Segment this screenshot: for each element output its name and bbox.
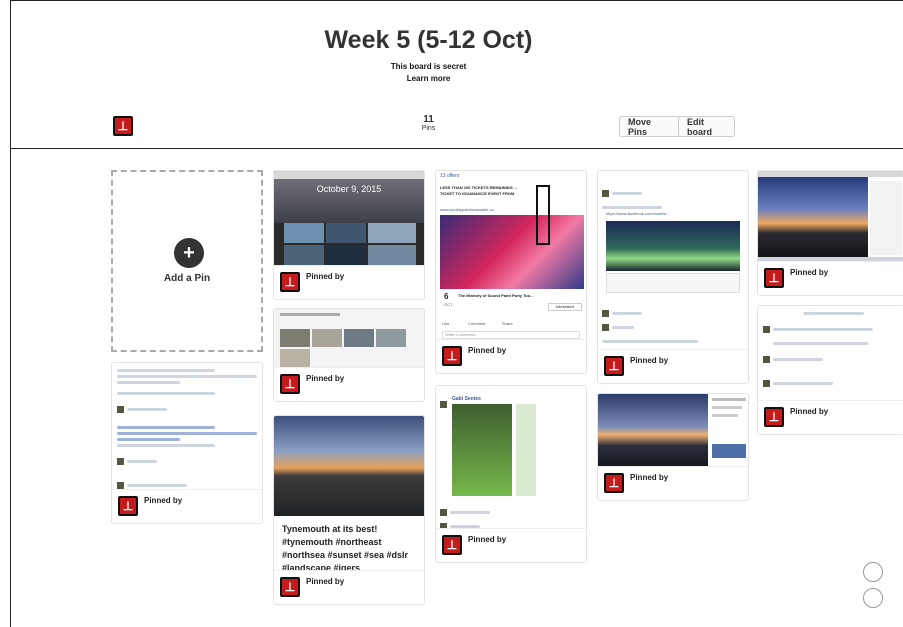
move-pins-button[interactable]: Move Pins xyxy=(619,116,681,137)
castle-screenshot xyxy=(598,394,748,468)
pinned-by-row: ⊥ Pinned by xyxy=(598,349,748,383)
board-page: Week 5 (5-12 Oct) This board is secret L… xyxy=(10,0,903,627)
pinned-by-label: Pinned by xyxy=(790,407,829,416)
pin-card-event[interactable]: 13 offers LESS THAN 100 TICKETS REMAININ… xyxy=(435,170,587,374)
aurora-chat-screenshot: https://www.facebook.com/events/... xyxy=(598,171,748,351)
pin-card-lighthouse[interactable]: ⊥ Pinned by xyxy=(757,170,903,296)
pin-card-chat-1[interactable]: ⊥ Pinned by xyxy=(111,362,263,524)
pinned-by-row: ⊥ Pinned by xyxy=(758,400,903,434)
add-pin-button[interactable]: + Add a Pin xyxy=(111,170,263,352)
pinned-by-row: ⊥ Pinned by xyxy=(274,570,424,604)
pin-icon: ⊥ xyxy=(113,116,133,136)
chat-sender: Gabi Sentes xyxy=(452,396,481,402)
chat-screenshot xyxy=(112,363,262,509)
secret-notice: This board is secret xyxy=(390,62,467,71)
pinned-by-label: Pinned by xyxy=(468,535,507,544)
pin-icon: ⊥ xyxy=(764,407,784,427)
tynemouth-photo xyxy=(274,416,424,516)
chat-image-screenshot: Gabi Sentes xyxy=(436,386,586,530)
event-offers: 13 offers xyxy=(440,173,460,179)
learn-more-link[interactable]: Learn more xyxy=(11,74,846,83)
pinned-by-row: ⊥ Pinned by xyxy=(112,489,262,523)
pinned-by-row: ⊥ Pinned by xyxy=(436,528,586,562)
pinned-by-row: ⊥ Pinned by xyxy=(274,265,424,299)
comment-box: Write a comment... xyxy=(442,331,580,339)
edit-board-button[interactable]: Edit board xyxy=(678,116,735,137)
lighthouse-screenshot xyxy=(758,171,903,263)
chat-screenshot xyxy=(758,306,903,434)
pin-icon: ⊥ xyxy=(604,473,624,493)
event-screenshot: 13 offers LESS THAN 100 TICKETS REMAININ… xyxy=(436,171,586,341)
event-day: 6 xyxy=(444,292,449,301)
pin-card-aurora-chat[interactable]: https://www.facebook.com/events/... ⊥ Pi… xyxy=(597,170,749,384)
pinned-by-label: Pinned by xyxy=(306,374,345,383)
pin-icon: ⊥ xyxy=(118,496,138,516)
event-banner-text: LESS THAN 100 TICKETS REMAINING ... TICK… xyxy=(440,185,518,196)
pinned-by-row: ⊥ Pinned by xyxy=(758,261,903,295)
pinned-by-row: ⊥ Pinned by xyxy=(598,466,748,500)
board-header: Week 5 (5-12 Oct) This board is secret L… xyxy=(11,0,903,148)
pin-icon: ⊥ xyxy=(280,272,300,292)
scroll-up-control[interactable] xyxy=(863,562,883,582)
pin-count: 11 Pins xyxy=(406,114,451,132)
pin-card-chat-2[interactable]: Gabi Sentes ⊥ Pinned by xyxy=(435,385,587,563)
share-action: Share xyxy=(502,321,513,326)
board-title: Week 5 (5-12 Oct) xyxy=(324,26,533,54)
scroll-down-control[interactable] xyxy=(863,588,883,608)
pin-icon: ⊥ xyxy=(280,374,300,394)
calendar-date: October 9, 2015 xyxy=(316,184,382,194)
pinned-by-label: Pinned by xyxy=(144,496,183,505)
pin-icon: ⊥ xyxy=(764,268,784,288)
pin-icon: ⊥ xyxy=(442,346,462,366)
pin-card-tynemouth[interactable]: Tynemouth at its best! #tynemouth #north… xyxy=(273,415,425,605)
event-title: The Ministry of Sound Paint Party Tou... xyxy=(458,293,534,298)
pinned-by-label: Pinned by xyxy=(468,346,507,355)
pinned-by-label: Pinned by xyxy=(630,473,669,482)
pinned-by-label: Pinned by xyxy=(306,272,345,281)
pin-card-chat-3[interactable]: ⊥ Pinned by xyxy=(757,305,903,435)
like-action: Like xyxy=(442,321,450,326)
pin-count-number: 11 xyxy=(423,114,434,125)
pin-card-photos[interactable]: ⊥ Pinned by xyxy=(273,308,425,402)
pinned-by-row: ⊥ Pinned by xyxy=(436,339,586,373)
calendar-screenshot: October 9, 2015 xyxy=(274,171,424,267)
pin-card-castle[interactable]: ⊥ Pinned by xyxy=(597,393,749,501)
pin-card-calendar[interactable]: October 9, 2015 ⊥ Pinned by xyxy=(273,170,425,300)
pin-icon: ⊥ xyxy=(280,577,300,597)
photo-gallery-screenshot xyxy=(274,309,424,369)
comment-action: Comment xyxy=(468,321,486,326)
pin-count-label: Pins xyxy=(421,125,436,132)
pinned-by-label: Pinned by xyxy=(790,268,829,277)
pin-icon: ⊥ xyxy=(604,356,624,376)
pinned-by-label: Pinned by xyxy=(306,577,345,586)
plus-icon: + xyxy=(174,238,204,268)
aurora-link: https://www.facebook.com/events/... xyxy=(606,211,670,216)
pinned-by-label: Pinned by xyxy=(630,356,669,365)
event-month: OCT xyxy=(444,302,453,307)
pin-icon: ⊥ xyxy=(442,535,462,555)
header-divider xyxy=(11,148,903,149)
add-pin-label: Add a Pin xyxy=(163,273,211,284)
pinned-by-row: ⊥ Pinned by xyxy=(274,367,424,401)
event-link: www.societypaintnewcastle.co xyxy=(440,207,494,212)
interested-button: Interested xyxy=(548,303,582,311)
